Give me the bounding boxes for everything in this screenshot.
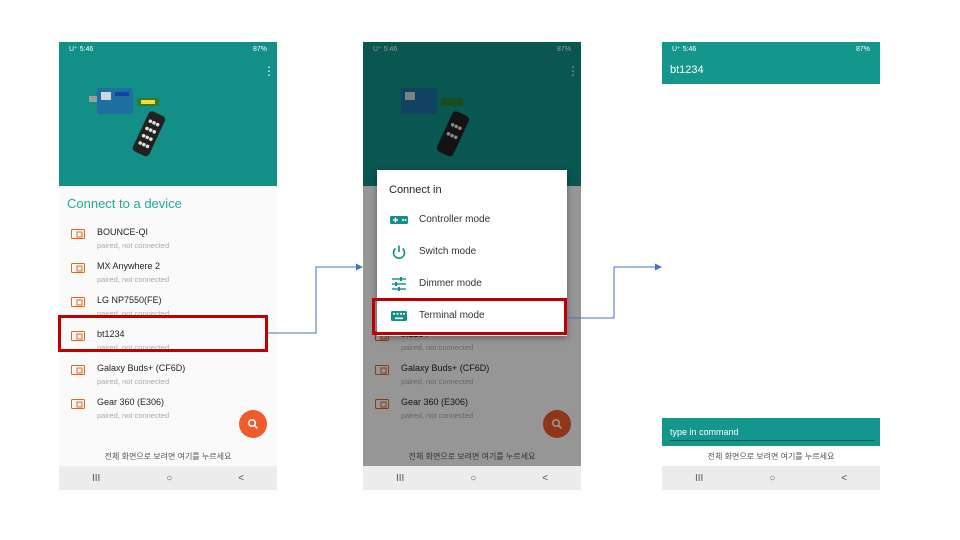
arrow-to-terminal bbox=[567, 263, 662, 319]
arrow-to-dialog bbox=[268, 263, 363, 334]
flow-arrows bbox=[268, 263, 662, 334]
